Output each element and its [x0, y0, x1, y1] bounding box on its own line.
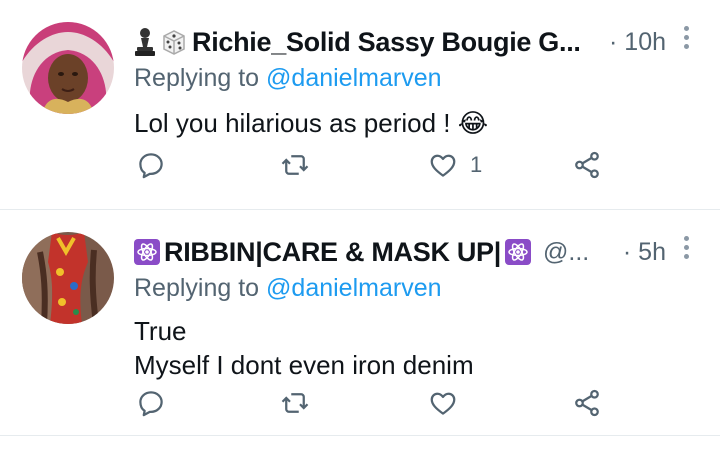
mention-link[interactable]: @danielmarven	[266, 64, 441, 92]
display-name-text: Richie_Solid Sassy Bougie G...	[192, 26, 581, 57]
replying-to-label: Replying to	[134, 64, 267, 92]
avatar[interactable]	[22, 22, 114, 114]
reply-button[interactable]	[136, 388, 166, 418]
replying-to: Replying to @danielmarven	[134, 64, 442, 93]
tweet-actions	[134, 388, 614, 428]
like-button[interactable]: 1	[428, 150, 482, 180]
display-name[interactable]: RIBBIN|CARE & MASK UP|	[134, 237, 535, 268]
tweet-text: True Myself I dont even iron denim	[134, 314, 474, 382]
tweet-text-line: True	[134, 316, 187, 346]
timestamp[interactable]: · 10h	[609, 28, 690, 57]
atom-icon	[505, 239, 532, 265]
tweet-1[interactable]: Richie_Solid Sassy Bougie G... · 10h Rep…	[0, 0, 720, 210]
reply-icon	[139, 391, 163, 417]
tweet-header: Richie_Solid Sassy Bougie G... · 10h	[134, 22, 690, 62]
avatar[interactable]	[22, 232, 114, 324]
like-count: 1	[470, 152, 483, 177]
share-button[interactable]	[572, 150, 602, 180]
share-button[interactable]	[572, 388, 602, 418]
reply-button[interactable]	[136, 150, 166, 180]
handle[interactable]: @...	[543, 238, 589, 267]
tweet-header: RIBBIN|CARE & MASK UP| @... · 5h	[134, 232, 690, 272]
tweet-actions: 1	[134, 150, 614, 190]
retweet-icon	[281, 155, 309, 175]
tweet-2[interactable]: RIBBIN|CARE & MASK UP| @... · 5h Replyin…	[0, 210, 720, 436]
replying-to: Replying to @danielmarven	[134, 274, 442, 303]
share-icon	[575, 151, 599, 179]
retweet-button[interactable]	[280, 150, 310, 180]
like-button[interactable]	[428, 388, 470, 418]
timestamp[interactable]: · 5h	[623, 238, 690, 267]
share-icon	[575, 389, 599, 417]
replying-to-label: Replying to	[134, 274, 267, 302]
atom-icon	[134, 239, 160, 265]
chess-pawn-icon	[134, 27, 156, 57]
reply-icon	[139, 153, 163, 179]
retweet-button[interactable]	[280, 388, 310, 418]
mention-link[interactable]: @danielmarven	[266, 274, 441, 302]
retweet-icon	[281, 393, 309, 413]
tweet-text-line: Myself I dont even iron denim	[134, 350, 474, 380]
more-options-icon[interactable]	[682, 236, 690, 264]
display-name[interactable]: Richie_Solid Sassy Bougie G...	[134, 27, 581, 58]
display-name-text: RIBBIN|CARE & MASK UP|	[164, 236, 502, 267]
tweet-text: Lol you hilarious as period ! 😂	[134, 106, 488, 140]
heart-icon	[430, 392, 456, 415]
tweet-text-line: Lol you hilarious as period ! 😂	[134, 108, 489, 138]
dice-icon	[160, 28, 188, 56]
heart-icon	[430, 154, 456, 177]
more-options-icon[interactable]	[682, 26, 690, 54]
